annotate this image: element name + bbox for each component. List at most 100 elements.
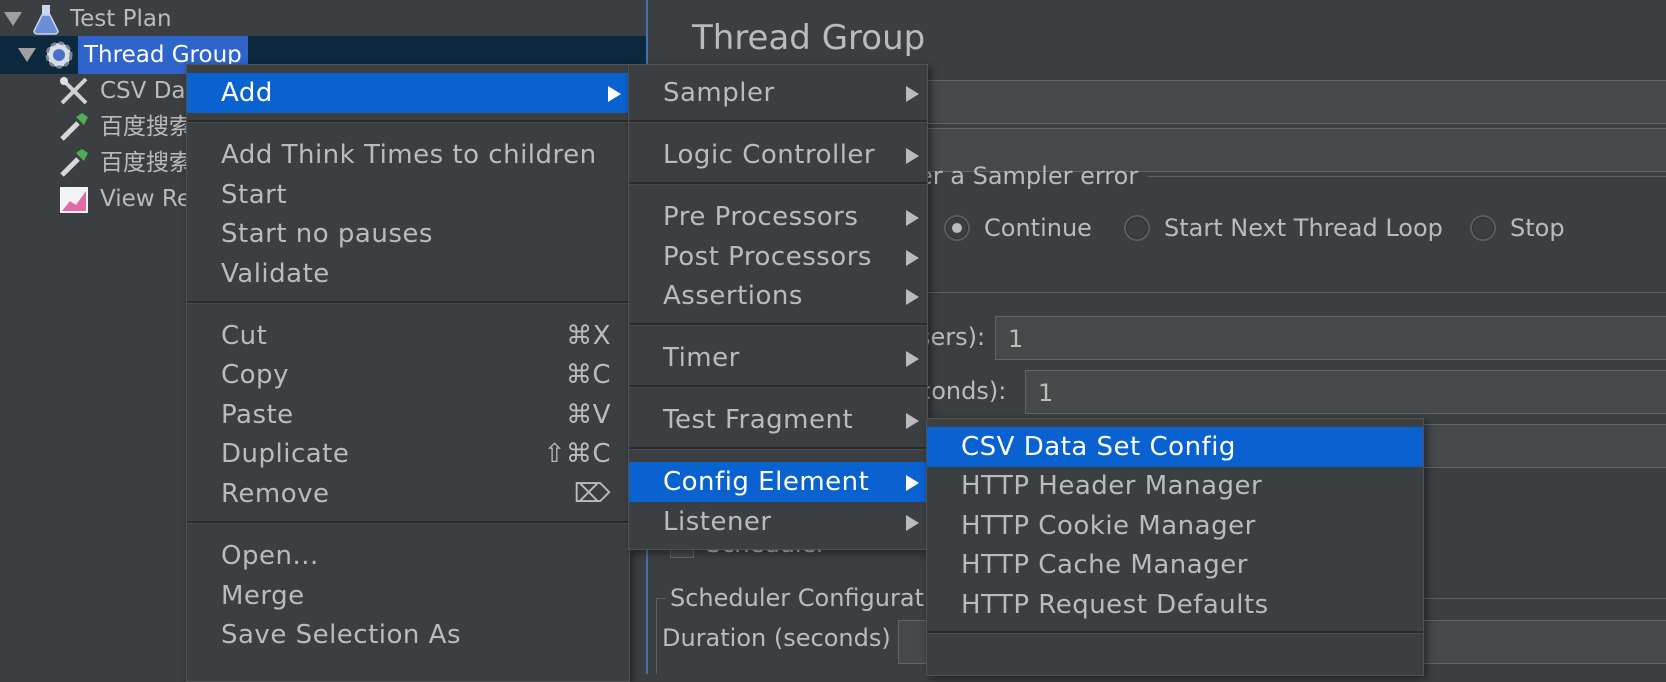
submenu-arrow-icon (906, 148, 919, 164)
submenu-arrow-icon (906, 289, 919, 305)
tree-item-label: 百度搜索 (100, 150, 192, 176)
tree-item-label: 百度搜索 (100, 114, 192, 140)
menu-separator (629, 182, 927, 185)
start-next-thread-loop-label: Start Next Thread Loop (1164, 214, 1443, 242)
pipette-icon (58, 111, 90, 143)
gear-icon (43, 39, 75, 71)
menu-item-logic-controller[interactable]: Logic Controller (629, 135, 927, 175)
menu-item-label: Add Think Times to children (221, 140, 597, 170)
rampup-label: conds): (918, 377, 1007, 405)
tree-item-label: CSV Dat (100, 78, 195, 104)
menu-item-label: Merge (221, 581, 305, 611)
add-submenu: Sampler Logic Controller Pre Processors … (628, 64, 928, 550)
menu-item-test-fragment[interactable]: Test Fragment (629, 400, 927, 440)
flask-icon (30, 3, 62, 35)
shortcut-label: ⌘V (566, 400, 611, 430)
menu-item-label: Test Fragment (663, 405, 854, 435)
group-border (656, 598, 657, 674)
menu-item-assertions[interactable]: Assertions (629, 276, 927, 316)
menu-item-pre-processors[interactable]: Pre Processors (629, 197, 927, 237)
tree-item-csv-data[interactable]: CSV Dat (0, 72, 195, 110)
threads-label: sers): (918, 323, 986, 351)
menu-item-http-cookie-manager[interactable]: HTTP Cookie Manager (927, 506, 1423, 546)
graph-icon (58, 183, 90, 215)
menu-item-open[interactable]: Open... (187, 536, 629, 576)
menu-item-paste[interactable]: Paste ⌘V (187, 395, 629, 435)
menu-item-add-think-times[interactable]: Add Think Times to children (187, 135, 629, 175)
config-element-submenu: CSV Data Set Config HTTP Header Manager … (926, 418, 1424, 676)
menu-item-start-no-pauses[interactable]: Start no pauses (187, 214, 629, 254)
menu-item-merge[interactable]: Merge (187, 576, 629, 616)
menu-separator (187, 301, 629, 304)
submenu-arrow-icon (906, 515, 919, 531)
continue-radio[interactable] (944, 215, 970, 241)
page-title: Thread Group (692, 18, 926, 58)
menu-item-listener[interactable]: Listener (629, 502, 927, 542)
start-next-thread-loop-radio[interactable] (1124, 215, 1150, 241)
menu-item-sampler[interactable]: Sampler (629, 73, 927, 113)
menu-item-label: Pre Processors (663, 202, 859, 232)
menu-item-label: Copy (221, 360, 289, 390)
menu-item-label: Start (221, 180, 288, 210)
submenu-arrow-icon (906, 210, 919, 226)
menu-item-http-header-manager[interactable]: HTTP Header Manager (927, 466, 1423, 506)
expand-arrow-icon[interactable] (4, 12, 22, 26)
tree-item-view-results[interactable]: View Re (0, 180, 191, 218)
menu-item-http-cache-manager[interactable]: HTTP Cache Manager (927, 545, 1423, 585)
menu-item-save-selection-as[interactable]: Save Selection As (187, 615, 629, 655)
menu-item-http-request-defaults[interactable]: HTTP Request Defaults (927, 585, 1423, 625)
menu-item-label: HTTP Cache Manager (961, 550, 1248, 580)
menu-item-validate[interactable]: Validate (187, 254, 629, 294)
tree-item-label: Test Plan (70, 6, 172, 32)
menu-item-csv-data-set-config[interactable]: CSV Data Set Config (927, 427, 1423, 467)
menu-item-label: CSV Data Set Config (961, 432, 1236, 462)
submenu-arrow-icon (906, 250, 919, 266)
menu-item-label: Validate (221, 259, 330, 289)
menu-separator (187, 521, 629, 524)
tree-item-baidu-search-1[interactable]: 百度搜索 (0, 108, 192, 146)
rampup-period-input[interactable]: 1 (1025, 370, 1666, 414)
menu-item-label: Duplicate (221, 439, 350, 469)
menu-item-label: Config Element (663, 467, 870, 497)
scheduler-configuration-label: Scheduler Configurati (666, 584, 935, 612)
menu-item-label: Open... (221, 541, 319, 571)
context-menu: Add Add Think Times to children Start St… (186, 64, 630, 682)
menu-item-post-processors[interactable]: Post Processors (629, 237, 927, 277)
menu-separator (927, 631, 1423, 634)
tree-item-baidu-search-2[interactable]: 百度搜索 (0, 144, 192, 182)
submenu-arrow-icon (906, 475, 919, 491)
submenu-arrow-icon (608, 86, 621, 102)
menu-separator (629, 120, 927, 123)
tree-item-label: View Re (100, 186, 191, 212)
sampler-error-label: er a Sampler error (918, 162, 1139, 190)
menu-item-start[interactable]: Start (187, 175, 629, 215)
menu-item-label: HTTP Request Defaults (961, 590, 1269, 620)
menu-item-label: HTTP Cookie Manager (961, 511, 1256, 541)
menu-item-label: Logic Controller (663, 140, 876, 170)
menu-item-label: HTTP Header Manager (961, 471, 1263, 501)
number-of-threads-input[interactable]: 1 (995, 316, 1666, 360)
menu-item-label: Cut (221, 321, 268, 351)
tree-item-test-plan[interactable]: Test Plan (0, 0, 646, 38)
submenu-arrow-icon (906, 413, 919, 429)
menu-item-label: Post Processors (663, 242, 872, 272)
delete-key-icon: ⌦ (573, 479, 611, 509)
menu-item-timer[interactable]: Timer (629, 338, 927, 378)
expand-arrow-icon[interactable] (18, 48, 36, 62)
name-field[interactable] (918, 80, 1666, 124)
menu-item-label: Listener (663, 507, 772, 537)
loop-count-input[interactable] (1423, 424, 1666, 468)
menu-separator (629, 385, 927, 388)
stop-radio[interactable] (1470, 215, 1496, 241)
tools-icon (58, 75, 90, 107)
menu-item-label: Paste (221, 400, 294, 430)
menu-item-remove[interactable]: Remove ⌦ (187, 474, 629, 514)
menu-item-duplicate[interactable]: Duplicate ⇧⌘C (187, 434, 629, 474)
menu-item-label: Remove (221, 479, 330, 509)
stop-label: Stop (1510, 214, 1565, 242)
menu-item-copy[interactable]: Copy ⌘C (187, 355, 629, 395)
menu-separator (629, 323, 927, 326)
menu-item-add[interactable]: Add (187, 73, 629, 113)
menu-item-config-element[interactable]: Config Element (629, 462, 927, 502)
menu-item-cut[interactable]: Cut ⌘X (187, 316, 629, 356)
